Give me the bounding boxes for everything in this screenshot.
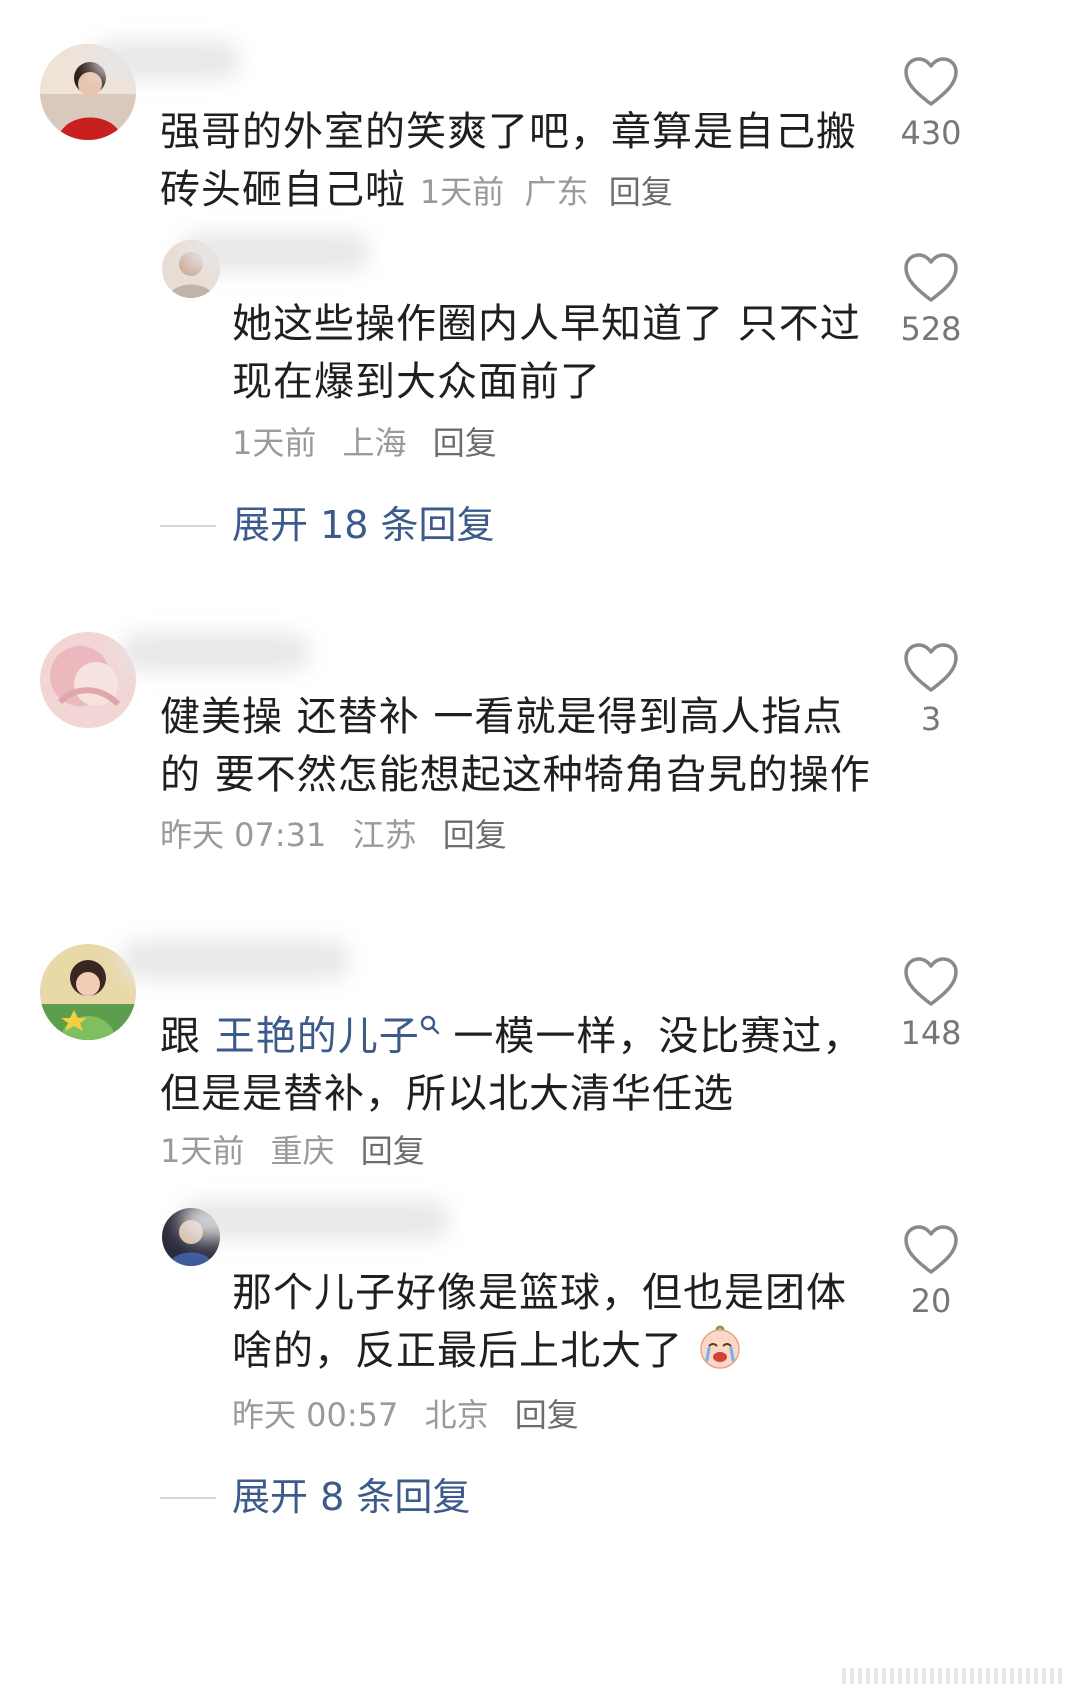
comment-location: 广东 (524, 173, 589, 211)
reply-username-blurred[interactable] (180, 1200, 450, 1240)
comment-item: 跟 王艳的儿子 一模一样，没比赛过， 但是是替补，所以北大清华任选 1天前 重庆… (0, 930, 1080, 1590)
comment-meta: 昨天 07:31 江苏 回复 (160, 810, 523, 856)
divider (160, 525, 216, 527)
heart-outline-icon (904, 1225, 958, 1274)
heart-outline-icon (904, 253, 958, 302)
comment-text: 健美操 还替补 一看就是得到高人指点 的 要不然怎能想起这种犄角旮旯的操作 (160, 694, 871, 798)
like-button[interactable]: 20 (886, 1224, 976, 1320)
username-blurred[interactable] (90, 40, 240, 80)
like-button[interactable]: 430 (886, 56, 976, 152)
reply-button[interactable]: 回复 (433, 424, 497, 462)
like-count: 20 (910, 1282, 952, 1320)
heart-outline-icon (904, 57, 958, 106)
reply-location: 北京 (424, 1396, 489, 1434)
reply-button[interactable]: 回复 (443, 816, 507, 854)
comment-time: 昨天 07:31 (160, 816, 327, 854)
comment-text: 强哥的外室的笑爽了吧，章算是自己搬 砖头砸自己啦 1天前 广东 回复 (160, 109, 857, 213)
search-icon[interactable] (420, 1000, 440, 1058)
expand-replies-button[interactable]: 展开 8 条回复 (160, 1472, 560, 1522)
expand-replies-label: 展开 8 条回复 (232, 1475, 471, 1519)
comment-location: 重庆 (270, 1132, 335, 1170)
heart-outline-icon (904, 643, 958, 692)
comment-time: 1天前 (419, 173, 505, 211)
comment-item: 强哥的外室的笑爽了吧，章算是自己搬 砖头砸自己啦 1天前 广东 回复 430 她… (0, 0, 1080, 580)
crying-face-icon (699, 1325, 740, 1369)
username-blurred[interactable] (120, 940, 350, 980)
like-button[interactable]: 3 (886, 642, 976, 738)
reply-username-blurred[interactable] (180, 232, 370, 272)
like-count: 528 (900, 310, 962, 348)
reply-button[interactable]: 回复 (609, 173, 673, 211)
expand-replies-button[interactable]: 展开 18 条回复 (160, 500, 560, 550)
watermark (842, 1668, 1062, 1684)
reply-text: 她这些操作圈内人早知道了 只不过 现在爆到大众面前了 (232, 301, 861, 405)
comment-location: 江苏 (352, 816, 417, 854)
reply-location: 上海 (342, 424, 407, 462)
search-link[interactable]: 王艳的儿子 (215, 1013, 420, 1059)
heart-outline-icon (904, 957, 958, 1006)
reply-button[interactable]: 回复 (515, 1396, 579, 1434)
comment-item: 健美操 还替补 一看就是得到高人指点 的 要不然怎能想起这种犄角旮旯的操作 昨天… (0, 620, 1080, 900)
reply-time: 1天前 (232, 424, 317, 462)
reply-time: 昨天 00:57 (232, 1396, 399, 1434)
comment-text: 跟 王艳的儿子 一模一样，没比赛过， 但是是替补，所以北大清华任选 (160, 1000, 863, 1123)
reply-meta: 昨天 00:57 北京 回复 (232, 1390, 595, 1436)
comment-meta: 1天前 重庆 回复 (160, 1126, 441, 1172)
comment-meta: 1天前 广东 回复 (420, 173, 673, 211)
comment-time: 1天前 (160, 1132, 245, 1170)
like-count: 148 (900, 1014, 962, 1052)
like-button[interactable]: 148 (886, 956, 976, 1052)
like-count: 430 (900, 114, 962, 152)
expand-replies-label: 展开 18 条回复 (232, 503, 495, 547)
reply-text: 那个儿子好像是篮球，但也是团体 啥的，反正最后上北大了 (232, 1270, 847, 1374)
like-count: 3 (920, 700, 942, 738)
divider (160, 1497, 216, 1499)
username-blurred[interactable] (120, 632, 310, 672)
reply-meta: 1天前 上海 回复 (232, 418, 513, 464)
reply-button[interactable]: 回复 (361, 1132, 425, 1170)
like-button[interactable]: 528 (886, 252, 976, 348)
